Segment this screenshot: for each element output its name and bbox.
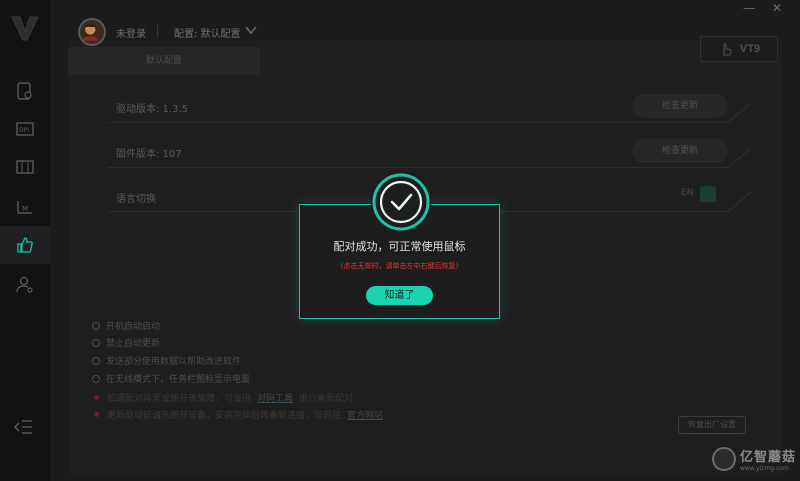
watermark: 亿智蘑菇 www.yizmg.com — [712, 446, 796, 472]
option-disable-autoupdate[interactable]: 禁止自动更新 — [92, 336, 160, 349]
check-update-driver-button[interactable]: 检查更新 — [632, 94, 728, 118]
collapse-sidebar-icon[interactable] — [14, 418, 34, 436]
mushroom-logo-icon — [712, 447, 736, 471]
avatar[interactable] — [78, 18, 106, 46]
option-label: 禁止自动更新 — [106, 339, 161, 349]
language-label: 语言切换 — [116, 194, 156, 205]
pointer-hand-icon — [723, 43, 732, 56]
sidebar-item-dpi[interactable]: DPI — [0, 110, 50, 148]
bullet-icon — [94, 412, 99, 417]
note-update: 更新驱动前请先断开设备，安装完毕后再重新连接，可前往 官方网站 — [92, 408, 383, 421]
note-text: 进行重新配对 — [299, 394, 354, 404]
sidebar-item-preferences[interactable] — [0, 226, 50, 264]
user-settings-icon — [16, 276, 33, 293]
close-button[interactable]: ✕ — [770, 2, 784, 14]
option-label: 在无线模式下，任务栏图标显示电量 — [106, 375, 251, 385]
radio-icon[interactable] — [92, 374, 100, 383]
watermark-url: www.yizmg.com — [740, 465, 789, 472]
option-label: 发送部分使用数据以帮助改进软件 — [106, 357, 242, 367]
svg-text:DPI: DPI — [19, 127, 29, 134]
chevron-down-icon[interactable] — [245, 25, 257, 35]
mouse-settings-icon — [17, 82, 32, 100]
device-indicator: VT9 — [700, 36, 778, 62]
radio-icon[interactable] — [92, 338, 100, 347]
success-check-badge — [371, 172, 431, 232]
note-pairing: 如遇配对异常或断开等故障，可使用 对码工具 进行重新配对 — [92, 391, 353, 404]
option-label: 开机自动启动 — [106, 322, 161, 332]
app-logo-icon — [11, 16, 39, 41]
bullet-icon — [94, 395, 99, 400]
row-divider — [108, 167, 728, 168]
driver-version: 驱动版本: 1.3.5 — [116, 104, 188, 115]
check-update-firmware-button[interactable]: 检查更新 — [632, 139, 728, 163]
language-value[interactable]: EN — [681, 188, 693, 198]
language-toggle[interactable] — [700, 186, 716, 202]
check-circle-icon — [372, 173, 430, 231]
option-send-usage-data[interactable]: 发送部分使用数据以帮助改进软件 — [92, 354, 241, 367]
avatar-icon — [82, 24, 98, 41]
factory-reset-button[interactable]: 恢复出厂设置 — [678, 416, 746, 434]
sidebar-item-account[interactable] — [0, 266, 50, 304]
device-model: VT9 — [739, 43, 761, 55]
watermark-title: 亿智蘑菇 — [740, 450, 797, 465]
dialog-title: 配对成功，可正常使用鼠标 — [333, 240, 466, 253]
minimize-button[interactable]: — — [742, 2, 756, 14]
topbar-divider — [157, 25, 158, 37]
svg-text:M: M — [22, 205, 28, 213]
dpi-icon: DPI — [16, 122, 34, 136]
sidebar: DPI M — [0, 0, 50, 481]
config-selector[interactable]: 配置: 默认配置 — [174, 25, 241, 40]
got-it-button[interactable]: 知道了 — [366, 286, 433, 305]
macro-icon: M — [17, 201, 32, 214]
radio-icon[interactable] — [92, 321, 100, 330]
official-site-link[interactable]: 官方网站 — [347, 408, 383, 421]
dialog-subtitle: (点击无效时，请单击左中右键后恢复) — [340, 262, 459, 270]
sidebar-item-button-settings[interactable] — [0, 72, 50, 110]
radio-icon[interactable] — [92, 356, 100, 365]
note-text: 如遇配对异常或断开等故障，可使用 — [107, 394, 252, 404]
config-tab-default[interactable]: 默认配置 — [68, 47, 260, 75]
login-status[interactable]: 未登录 — [116, 25, 146, 40]
option-battery-tray[interactable]: 在无线模式下，任务栏图标显示电量 — [92, 372, 250, 385]
thumbs-up-icon — [17, 237, 33, 253]
pairing-tool-link[interactable]: 对码工具 — [257, 391, 293, 404]
row-divider — [108, 122, 728, 123]
sidebar-item-macro[interactable]: M — [0, 188, 50, 226]
sidebar-item-lighting[interactable] — [0, 148, 50, 186]
note-text: 更新驱动前请先断开设备，安装完毕后再重新连接，可前往 — [107, 411, 342, 421]
lighting-icon — [16, 160, 34, 174]
option-autostart[interactable]: 开机自动启动 — [92, 319, 160, 332]
firmware-version: 固件版本: 107 — [116, 149, 182, 160]
